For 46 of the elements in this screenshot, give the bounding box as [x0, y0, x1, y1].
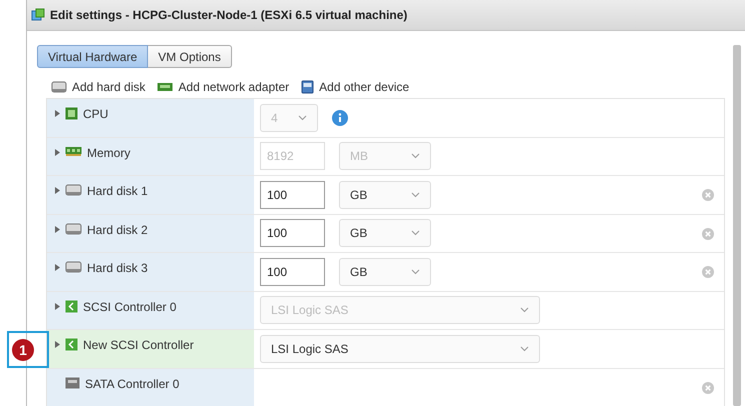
- device-label: CPU: [83, 107, 108, 121]
- expand-arrow-icon[interactable]: [55, 341, 60, 348]
- chevron-down-icon: [411, 230, 420, 236]
- input-field[interactable]: 100: [260, 219, 325, 248]
- controller-icon: [65, 300, 78, 312]
- info-icon[interactable]: [332, 110, 348, 126]
- expand-arrow-icon[interactable]: [55, 110, 60, 117]
- toolbar-button[interactable]: Add other device: [301, 80, 410, 94]
- device-label: SATA Controller 0: [85, 376, 180, 390]
- chevron-down-icon: [520, 346, 529, 352]
- chevron-down-icon: [520, 307, 529, 314]
- window-title: Edit settings - HCPG-Cluster-Node-1 (ESXi 6.5 virtual machine): [50, 8, 408, 22]
- sata-controller-icon: [65, 376, 80, 388]
- input-field[interactable]: 100: [260, 180, 325, 209]
- scrollbar[interactable]: [733, 45, 741, 406]
- chevron-down-icon: [411, 268, 420, 275]
- network-card-icon: [157, 82, 174, 92]
- controller-icon: [65, 338, 78, 351]
- toolbar-button[interactable]: Add hard disk: [51, 80, 146, 94]
- tab[interactable]: Virtual Hardware: [37, 45, 148, 68]
- toolbar-button[interactable]: Add network adapter: [157, 80, 290, 94]
- expand-arrow-icon[interactable]: [55, 187, 60, 194]
- device-label: Memory: [87, 146, 130, 160]
- chevron-down-icon: [298, 114, 307, 121]
- device-label: SCSI Controller 0: [83, 300, 176, 314]
- expand-arrow-icon[interactable]: [55, 302, 60, 310]
- dropdown[interactable]: GB: [339, 258, 431, 286]
- device-label: Hard disk 3: [87, 261, 148, 275]
- device-label: Hard disk 2: [87, 222, 148, 236]
- expand-arrow-icon[interactable]: [55, 264, 60, 271]
- dropdown[interactable]: GB: [339, 180, 431, 209]
- dropdown[interactable]: GB: [339, 219, 431, 248]
- expand-arrow-icon[interactable]: [55, 148, 60, 156]
- number-badge: 1: [12, 338, 34, 360]
- memory-icon: [65, 146, 82, 156]
- dropdown[interactable]: LSI Logic SAS: [260, 334, 540, 363]
- input-field[interactable]: 100: [260, 258, 325, 286]
- device-label: Hard disk 1: [87, 184, 148, 198]
- chevron-down-icon: [411, 153, 420, 160]
- tab[interactable]: VM Options: [148, 45, 232, 68]
- device-label: New SCSI Controller: [83, 338, 194, 352]
- chip-icon: [65, 107, 78, 120]
- vm-icon: [31, 8, 45, 22]
- expand-arrow-icon[interactable]: [55, 226, 60, 232]
- chevron-down-icon: [411, 192, 420, 198]
- device-icon: [301, 80, 314, 94]
